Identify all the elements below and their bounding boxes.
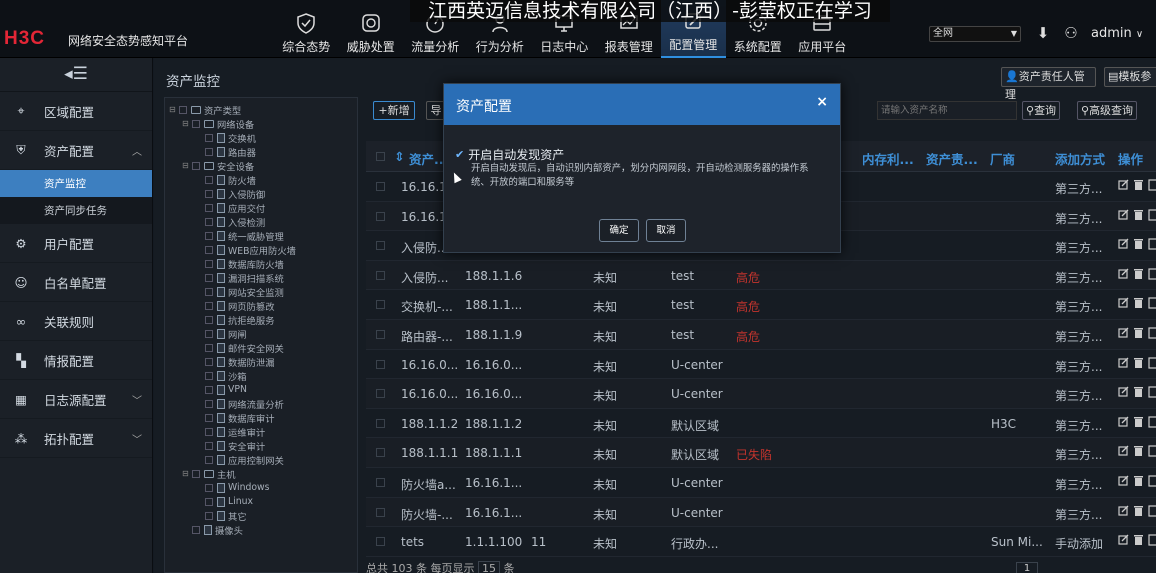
auto-discover-label: 开启自动发现资产 — [468, 148, 565, 162]
close-icon[interactable]: × — [816, 94, 828, 110]
app-window: { "header": { "logo": "H3C", "platform":… — [0, 0, 1156, 573]
confirm-button[interactable]: 确定 — [599, 219, 639, 242]
checkbox-checked-icon[interactable]: ✔ — [455, 148, 464, 161]
auto-discover-description: 开启自动发现后，自动识别内部资产，划分内网网段，开自动检测服务器的操作系统、开放… — [471, 163, 809, 188]
cancel-button[interactable]: 取消 — [646, 219, 686, 242]
dialog-title: 资产配置 — [456, 99, 512, 115]
asset-config-dialog: 资产配置 × ✔ 开启自动发现资产 开启自动发现后，自动识别内部资产，划分内网网… — [443, 83, 841, 253]
auto-discover-option[interactable]: ✔ 开启自动发现资产 — [455, 146, 564, 163]
dialog-header: 资产配置 × — [444, 84, 840, 125]
